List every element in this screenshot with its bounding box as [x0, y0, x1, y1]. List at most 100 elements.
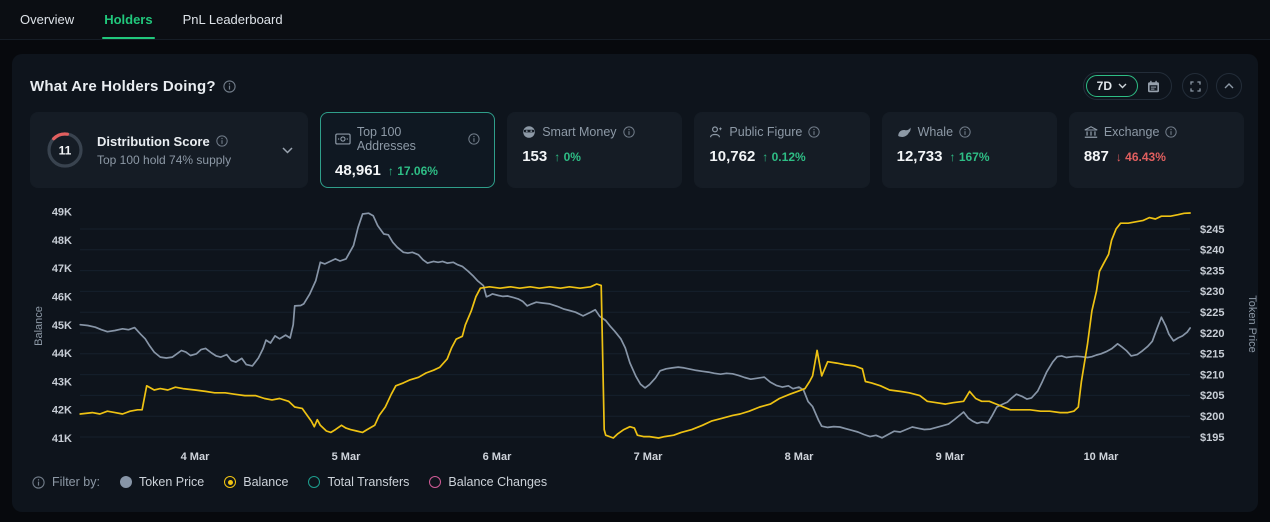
svg-text:5 Mar: 5 Mar — [332, 451, 361, 463]
stat-card-top100-addresses[interactable]: Top 100 Addresses 48,961 ↑ 17.06% — [320, 112, 495, 188]
svg-text:$215: $215 — [1200, 349, 1224, 361]
stat-card-value: 153 — [522, 148, 547, 165]
range-label: 7D — [1097, 79, 1112, 93]
stat-card-change: ↑ 17.06% — [388, 164, 438, 178]
svg-text:$235: $235 — [1200, 265, 1224, 277]
stat-card-label: Whale — [918, 125, 953, 139]
banknote-icon — [335, 133, 351, 145]
stat-card-label: Exchange — [1104, 125, 1160, 139]
info-icon[interactable] — [1165, 126, 1177, 138]
distribution-score-subtitle: Top 100 hold 74% supply — [97, 153, 270, 167]
stat-card-value: 12,733 — [897, 148, 943, 165]
holders-chart[interactable]: 49K 48K 47K 46K 45K 44K 43K 42K 41K $245 $240 $235 $… — [12, 194, 1258, 469]
stat-card-label: Public Figure — [729, 125, 802, 139]
range-selector[interactable]: 7D — [1086, 75, 1138, 97]
stat-card-change: ↓ 46.43% — [1116, 150, 1166, 164]
stat-card-label: Smart Money — [542, 125, 616, 139]
legend-label: Balance Changes — [448, 475, 547, 489]
chevron-down-icon — [1118, 83, 1127, 89]
svg-text:$200: $200 — [1200, 411, 1224, 423]
svg-text:49K: 49K — [52, 207, 72, 219]
svg-text:$205: $205 — [1200, 390, 1224, 402]
svg-text:48K: 48K — [52, 235, 72, 247]
filter-by-label: Filter by: — [52, 475, 100, 489]
svg-text:$240: $240 — [1200, 245, 1224, 257]
stat-card-change: ↑ 167% — [950, 150, 990, 164]
fullscreen-button[interactable] — [1182, 73, 1208, 99]
bank-icon — [1084, 126, 1098, 139]
legend-item-balance-changes[interactable]: Balance Changes — [429, 475, 547, 489]
chevron-up-icon — [1224, 83, 1234, 89]
page-title: What Are Holders Doing? — [30, 78, 216, 95]
stat-card-value: 887 — [1084, 148, 1109, 165]
legend-item-token-price[interactable]: Token Price — [120, 475, 204, 489]
expand-icon — [1190, 81, 1201, 92]
svg-text:9 Mar: 9 Mar — [936, 451, 965, 463]
collapse-button[interactable] — [1216, 73, 1242, 99]
svg-text:7 Mar: 7 Mar — [634, 451, 663, 463]
whale-icon — [897, 126, 912, 139]
info-icon[interactable] — [223, 80, 236, 93]
stat-card-change: ↑ 0% — [554, 150, 581, 164]
info-icon[interactable] — [468, 133, 480, 145]
tab-overview[interactable]: Overview — [18, 0, 76, 39]
chevron-down-icon[interactable] — [282, 147, 293, 154]
svg-text:Token Price: Token Price — [1246, 295, 1258, 352]
legend-item-total-transfers[interactable]: Total Transfers — [308, 475, 409, 489]
distribution-score-card[interactable]: 11 Distribution Score Top 100 hold 74% s… — [30, 112, 308, 188]
total-transfers-marker-icon — [308, 476, 320, 488]
svg-text:$225: $225 — [1200, 307, 1224, 319]
chart-legend: Filter by: Token Price Balance Total Tra… — [12, 469, 1258, 489]
tab-holders[interactable]: Holders — [102, 0, 154, 39]
stat-card-change: ↑ 0.12% — [762, 150, 805, 164]
svg-text:41K: 41K — [52, 433, 72, 445]
legend-label: Total Transfers — [327, 475, 409, 489]
info-icon[interactable] — [623, 126, 635, 138]
stat-card-exchange[interactable]: Exchange 887 ↓ 46.43% — [1069, 112, 1244, 188]
stat-card-value: 10,762 — [709, 148, 755, 165]
stat-card-smart-money[interactable]: Smart Money 153 ↑ 0% — [507, 112, 682, 188]
date-range-group: 7D — [1083, 72, 1172, 100]
calendar-icon — [1147, 80, 1160, 93]
svg-text:46K: 46K — [52, 292, 72, 304]
stat-card-whale[interactable]: Whale 12,733 ↑ 167% — [882, 112, 1057, 188]
calendar-button[interactable] — [1138, 77, 1169, 96]
svg-text:$210: $210 — [1200, 369, 1224, 381]
distribution-score-gauge: 11 — [45, 130, 85, 170]
svg-text:44K: 44K — [52, 348, 72, 360]
stat-card-value: 48,961 — [335, 162, 381, 179]
svg-text:4 Mar: 4 Mar — [181, 451, 210, 463]
svg-text:$245: $245 — [1200, 224, 1224, 236]
legend-item-balance[interactable]: Balance — [224, 475, 288, 489]
svg-text:$195: $195 — [1200, 432, 1224, 444]
info-icon[interactable] — [808, 126, 820, 138]
top-nav: Overview Holders PnL Leaderboard — [0, 0, 1270, 40]
info-icon[interactable] — [959, 126, 971, 138]
svg-text:43K: 43K — [52, 376, 72, 388]
public-figure-icon — [709, 125, 723, 139]
panel-header: What Are Holders Doing? 7D — [12, 54, 1258, 98]
token-price-marker-icon — [120, 476, 132, 488]
svg-text:45K: 45K — [52, 320, 72, 332]
svg-text:$230: $230 — [1200, 286, 1224, 298]
svg-text:47K: 47K — [52, 263, 72, 275]
svg-text:42K: 42K — [52, 405, 72, 417]
balance-vs-price-chart[interactable]: 49K 48K 47K 46K 45K 44K 43K 42K 41K $245 $240 $235 $… — [12, 194, 1258, 469]
info-icon[interactable] — [216, 135, 228, 147]
distribution-score-label: Distribution Score — [97, 134, 210, 149]
stat-card-public-figure[interactable]: Public Figure 10,762 ↑ 0.12% — [694, 112, 869, 188]
balance-changes-marker-icon — [429, 476, 441, 488]
legend-label: Token Price — [139, 475, 204, 489]
smart-money-icon — [522, 125, 536, 139]
svg-text:8 Mar: 8 Mar — [785, 451, 814, 463]
info-icon[interactable] — [32, 476, 45, 489]
tab-pnl-leaderboard[interactable]: PnL Leaderboard — [181, 0, 285, 39]
svg-text:11: 11 — [59, 144, 72, 158]
svg-text:Balance: Balance — [33, 306, 45, 346]
svg-text:$220: $220 — [1200, 328, 1224, 340]
stat-card-label: Top 100 Addresses — [357, 125, 462, 153]
legend-label: Balance — [243, 475, 288, 489]
svg-text:10 Mar: 10 Mar — [1084, 451, 1120, 463]
svg-text:6 Mar: 6 Mar — [483, 451, 512, 463]
balance-marker-icon — [224, 476, 236, 488]
